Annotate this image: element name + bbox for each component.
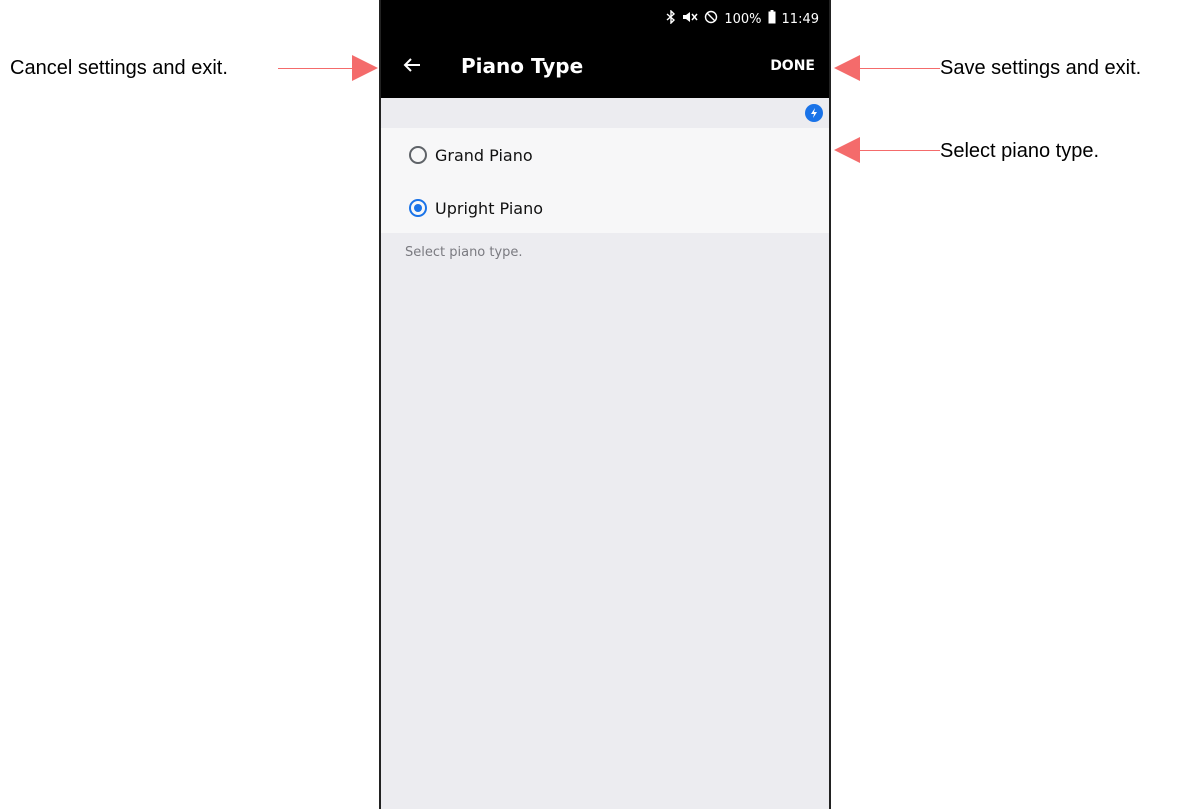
status-icons: 100% 11:49 — [666, 9, 819, 28]
option-label-upright-piano: Upright Piano — [435, 198, 544, 218]
annotation-cancel-line — [278, 68, 354, 69]
radio-upright-piano[interactable] — [409, 199, 427, 217]
annotation-select-arrowhead — [834, 137, 860, 163]
option-label-grand-piano: Grand Piano — [435, 145, 533, 165]
battery-icon — [768, 10, 776, 28]
option-upright-piano[interactable]: Upright Piano — [409, 193, 543, 223]
option-grand-piano[interactable]: Grand Piano — [409, 140, 533, 170]
do-not-disturb-icon — [704, 10, 718, 28]
help-text: Select piano type. — [405, 245, 523, 260]
annotation-cancel-arrowhead — [352, 55, 378, 81]
back-button[interactable] — [397, 52, 427, 82]
status-bar: 100% 11:49 — [381, 0, 829, 36]
annotation-cancel: Cancel settings and exit. — [10, 57, 228, 79]
sync-icon — [805, 104, 823, 122]
annotation-save-arrowhead — [834, 55, 860, 81]
done-button[interactable]: DONE — [770, 58, 815, 74]
radio-grand-piano[interactable] — [409, 146, 427, 164]
annotation-select-line — [858, 150, 940, 151]
piano-type-options: Grand Piano Upright Piano — [381, 128, 829, 233]
annotation-select: Select piano type. — [940, 140, 1099, 162]
arrow-left-icon — [403, 57, 421, 78]
battery-percent: 100% — [724, 11, 762, 27]
page-title: Piano Type — [461, 54, 584, 78]
mute-icon — [682, 10, 698, 28]
annotation-save-line — [858, 68, 940, 69]
clock: 11:49 — [781, 11, 819, 27]
app-bar: Piano Type DONE — [381, 36, 829, 98]
bluetooth-icon — [666, 9, 676, 28]
phone-screen: 100% 11:49 Piano Type DONE Grand Piano U… — [379, 0, 831, 809]
annotation-save: Save settings and exit. — [940, 57, 1142, 79]
